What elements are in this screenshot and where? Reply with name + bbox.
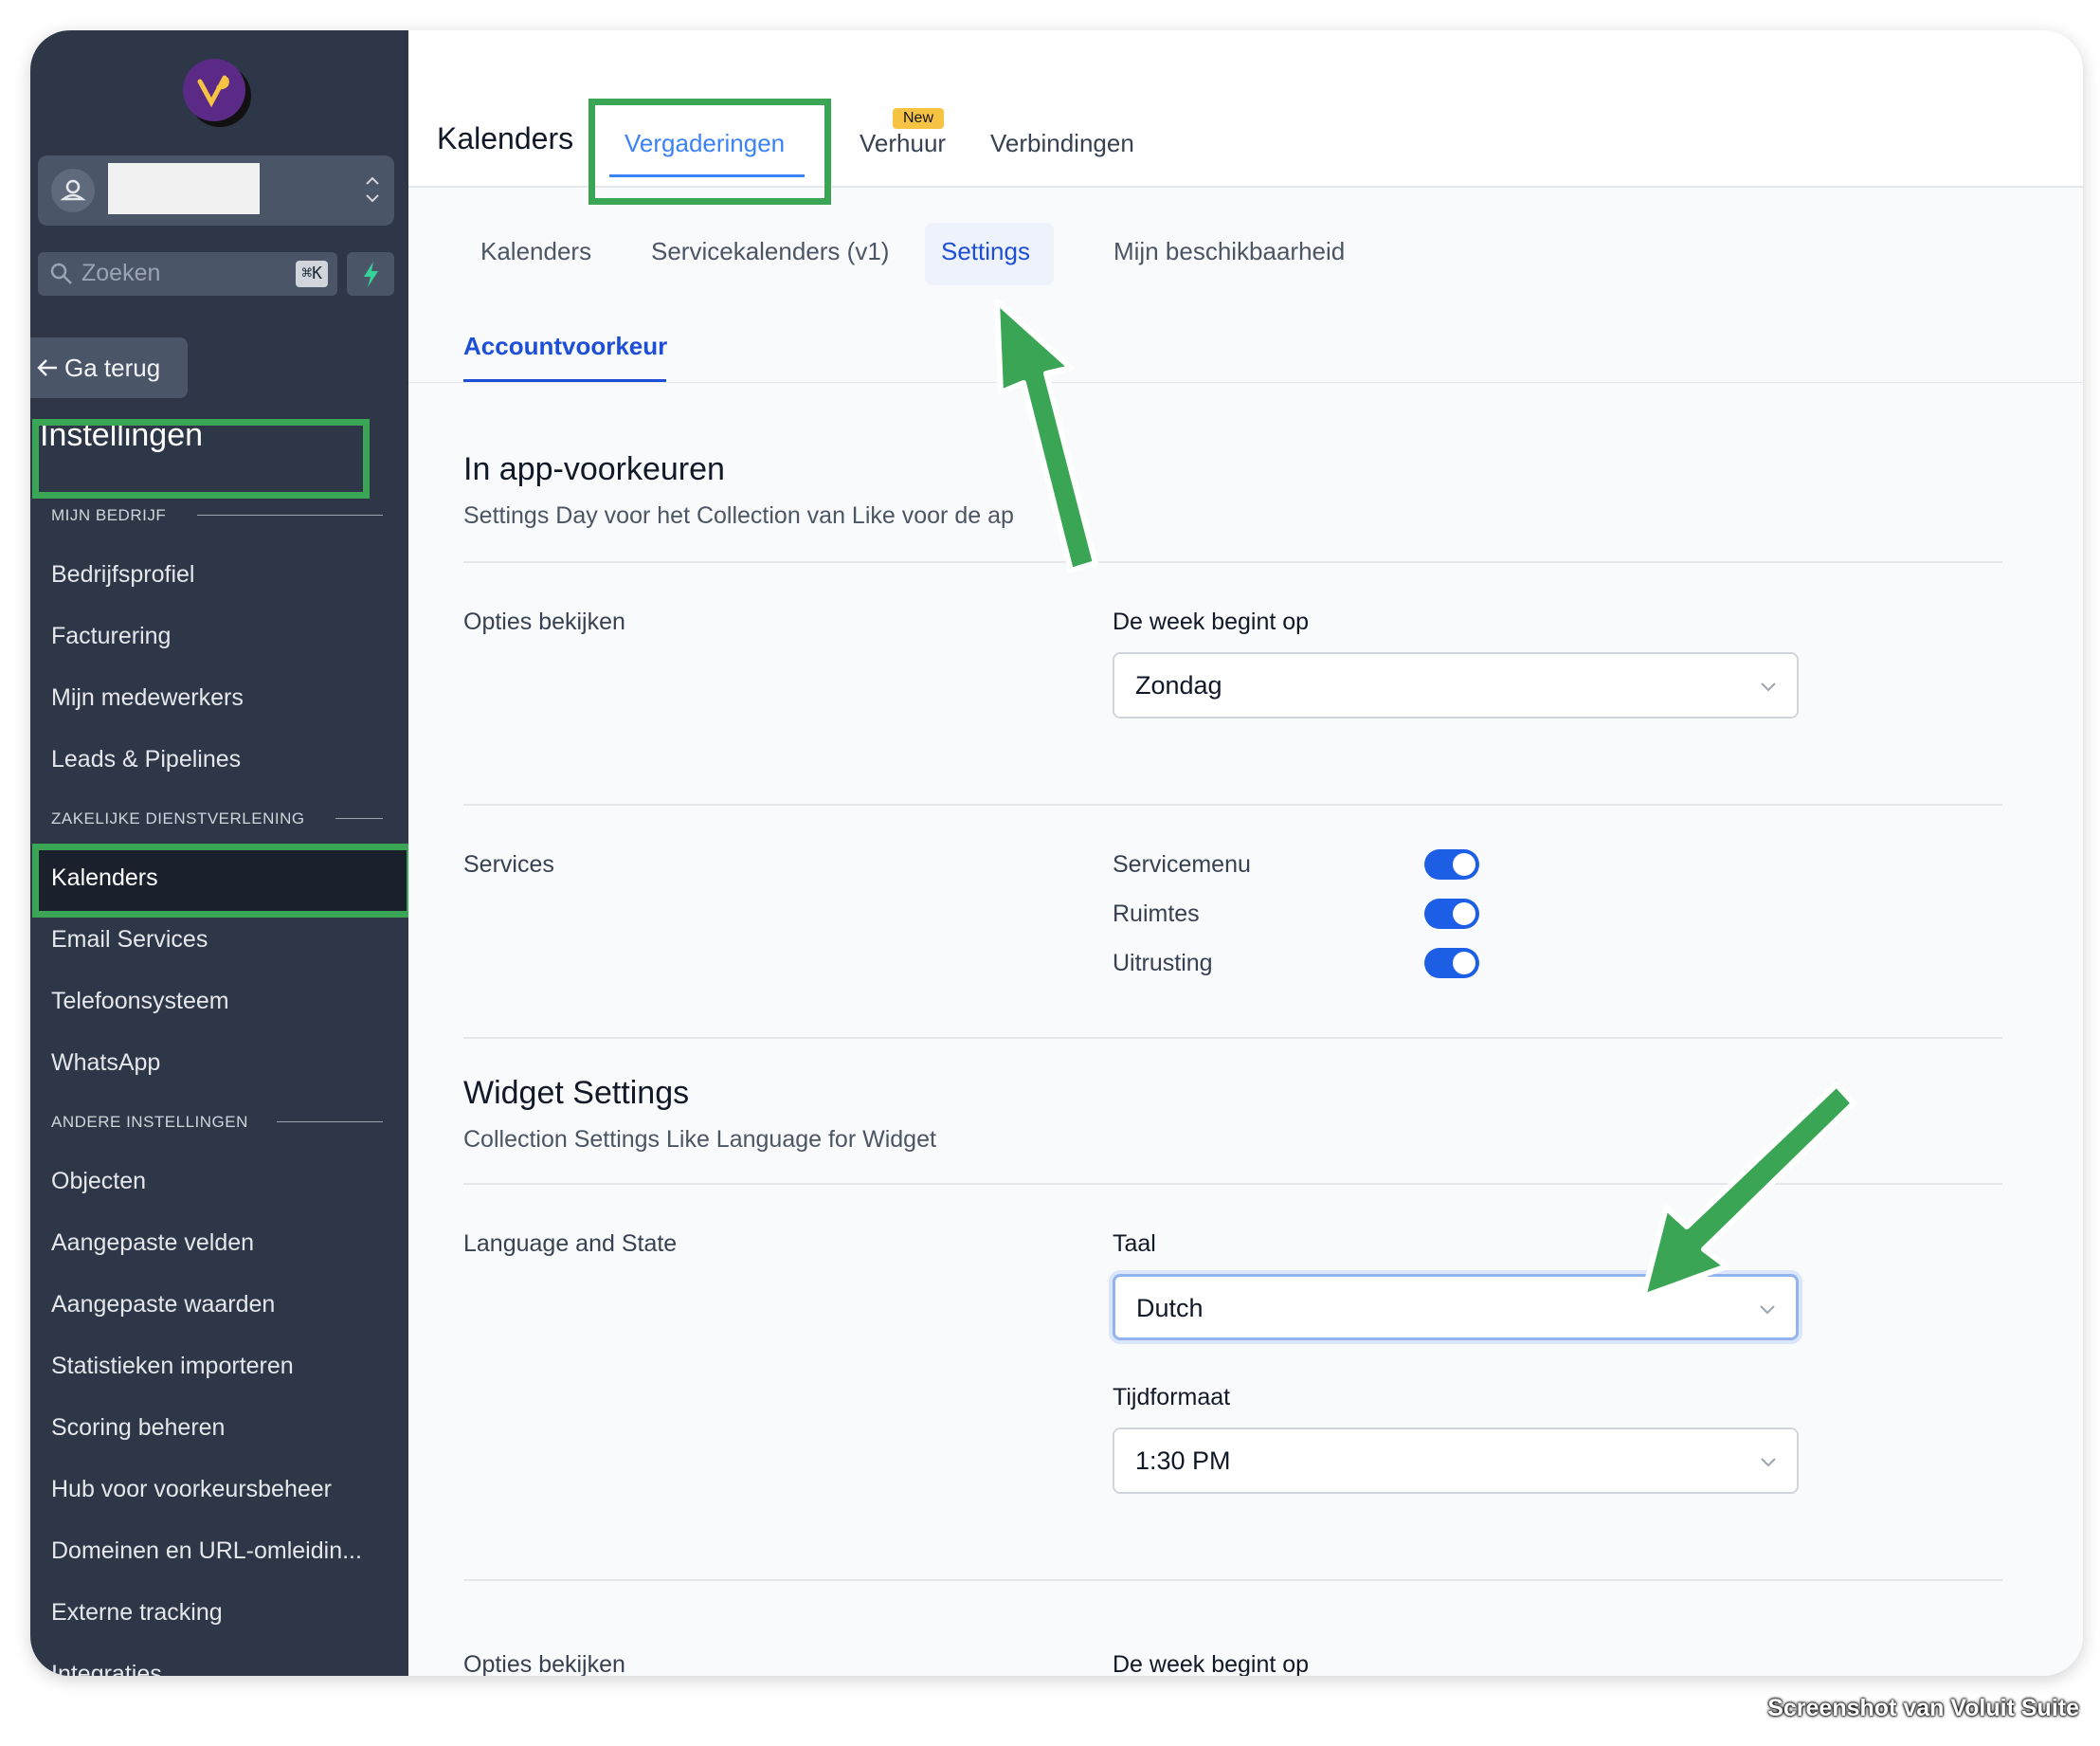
watermark: Screenshot van Voluit Suite	[1767, 1695, 2079, 1721]
section-divider	[277, 1121, 383, 1122]
week-start-select[interactable]: Zondag	[1113, 652, 1799, 718]
section-divider	[463, 804, 2002, 806]
account-tab-divider	[408, 382, 2083, 383]
toggle-label-ruimtes: Ruimtes	[1113, 900, 1200, 927]
subtab-mijn-beschikbaarheid[interactable]: Mijn beschikbaarheid	[1113, 237, 1345, 266]
highlight-settings-title	[32, 419, 370, 499]
page-title: Kalenders	[437, 121, 574, 155]
in-app-title: In app-voorkeuren	[463, 451, 725, 487]
green-arrow-down-left-icon	[1640, 1082, 1856, 1300]
language-value: Dutch	[1136, 1294, 1204, 1322]
section-divider	[463, 1037, 2002, 1039]
new-badge: New	[893, 108, 944, 129]
go-back-button[interactable]: Ga terug	[30, 337, 188, 398]
time-format-select[interactable]: 1:30 PM	[1113, 1428, 1799, 1494]
account-switcher[interactable]	[38, 155, 394, 226]
sidebar-item-whatsapp[interactable]: WhatsApp	[51, 1049, 160, 1077]
search-shortcut: ⌘K	[296, 261, 328, 287]
sidebar-item-facturering[interactable]: Facturering	[51, 623, 171, 650]
chevron-down-icon	[1761, 682, 1776, 692]
top-tab-bar: Kalenders Vergaderingen New Verhuur Verb…	[408, 30, 2083, 205]
search-icon	[50, 263, 72, 284]
servicemenu-toggle[interactable]	[1424, 849, 1479, 880]
toggle-label-servicemenu: Servicemenu	[1113, 851, 1251, 878]
section-label-business-services: ZAKELIJKE DIENSTVERLENING	[51, 809, 305, 828]
section-divider	[335, 818, 383, 819]
ruimtes-toggle[interactable]	[1424, 899, 1479, 929]
bolt-icon	[364, 262, 378, 287]
redacted-account-name	[108, 163, 260, 214]
sidebar-item-scoring-beheren[interactable]: Scoring beheren	[51, 1414, 225, 1442]
toggle-knob	[1453, 853, 1475, 876]
arrow-left-icon	[37, 359, 57, 376]
subtab-settings[interactable]: Settings	[941, 237, 1030, 266]
sidebar-item-integraties[interactable]: Integraties	[51, 1661, 162, 1676]
green-arrow-up-icon	[994, 299, 1098, 573]
cutoff-week-start-label: De week begint op	[1113, 1651, 1310, 1676]
sidebar-item-medewerkers[interactable]: Mijn medewerkers	[51, 684, 244, 712]
sidebar-item-externe-tracking[interactable]: Externe tracking	[51, 1599, 223, 1627]
subtab-servicekalenders[interactable]: Servicekalenders (v1)	[651, 237, 889, 266]
sidebar: Zoeken ⌘K Ga terug Instellingen MIJN BED…	[30, 30, 413, 1676]
toggle-knob	[1453, 902, 1475, 925]
quick-action-button[interactable]	[347, 252, 394, 296]
sidebar-item-objecten[interactable]: Objecten	[51, 1168, 146, 1195]
toggle-knob	[1453, 952, 1475, 974]
widget-settings-title: Widget Settings	[463, 1075, 690, 1111]
sidebar-item-aangepaste-velden[interactable]: Aangepaste velden	[51, 1229, 254, 1257]
time-format-value: 1:30 PM	[1135, 1446, 1231, 1475]
main-content: Kalenders Vergaderingen New Verhuur Verb…	[408, 30, 2083, 1676]
week-start-value: Zondag	[1135, 671, 1222, 700]
cutoff-view-options-label: Opties bekijken	[463, 1651, 625, 1676]
sidebar-item-telefoonsysteem[interactable]: Telefoonsysteem	[51, 988, 229, 1015]
highlight-vergaderingen-tab	[588, 99, 831, 205]
sidebar-item-bedrijfsprofiel[interactable]: Bedrijfsprofiel	[51, 561, 194, 589]
sidebar-item-leads-pipelines[interactable]: Leads & Pipelines	[51, 746, 241, 773]
view-options-label: Opties bekijken	[463, 609, 625, 635]
section-label-my-company: MIJN BEDRIJF	[51, 506, 167, 524]
section-label-other-settings: ANDERE INSTELLINGEN	[51, 1113, 248, 1131]
sidebar-item-statistieken-importeren[interactable]: Statistieken importeren	[51, 1353, 294, 1380]
tab-verbindingen[interactable]: Verbindingen	[990, 129, 1134, 158]
time-format-label: Tijdformaat	[1113, 1384, 1231, 1410]
chevron-down-icon	[1761, 1458, 1776, 1467]
app-window: Zoeken ⌘K Ga terug Instellingen MIJN BED…	[30, 30, 2083, 1676]
uitrusting-toggle[interactable]	[1424, 948, 1479, 978]
in-app-description: Settings Day voor het Collection van Lik…	[463, 502, 1014, 529]
tab-verhuur[interactable]: Verhuur	[860, 129, 946, 158]
sidebar-item-voorkeursbeheer[interactable]: Hub voor voorkeursbeheer	[51, 1476, 332, 1503]
search-box[interactable]: Zoeken ⌘K	[38, 252, 337, 296]
highlight-kalenders	[32, 844, 413, 918]
toggle-label-uitrusting: Uitrusting	[1113, 950, 1213, 976]
chevron-up-down-icon	[366, 176, 379, 203]
account-tab-indicator	[463, 379, 666, 382]
widget-settings-description: Collection Settings Like Language for Wi…	[463, 1126, 936, 1153]
section-divider	[463, 561, 2002, 563]
language-label: Taal	[1113, 1230, 1156, 1257]
services-label: Services	[463, 851, 554, 878]
location-icon	[51, 169, 95, 212]
sidebar-item-domeinen[interactable]: Domeinen en URL-omleidin...	[51, 1537, 362, 1565]
sidebar-item-aangepaste-waarden[interactable]: Aangepaste waarden	[51, 1291, 275, 1319]
language-state-label: Language and State	[463, 1230, 678, 1257]
go-back-label: Ga terug	[64, 354, 161, 382]
week-start-label: De week begint op	[1113, 609, 1310, 635]
app-logo[interactable]	[183, 59, 245, 121]
sidebar-item-email-services[interactable]: Email Services	[51, 926, 208, 954]
section-divider	[463, 1579, 2002, 1581]
subtab-kalenders[interactable]: Kalenders	[480, 237, 591, 266]
tab-accountvoorkeur[interactable]: Accountvoorkeur	[463, 332, 667, 361]
search-placeholder: Zoeken	[81, 260, 161, 286]
section-divider	[197, 515, 383, 516]
